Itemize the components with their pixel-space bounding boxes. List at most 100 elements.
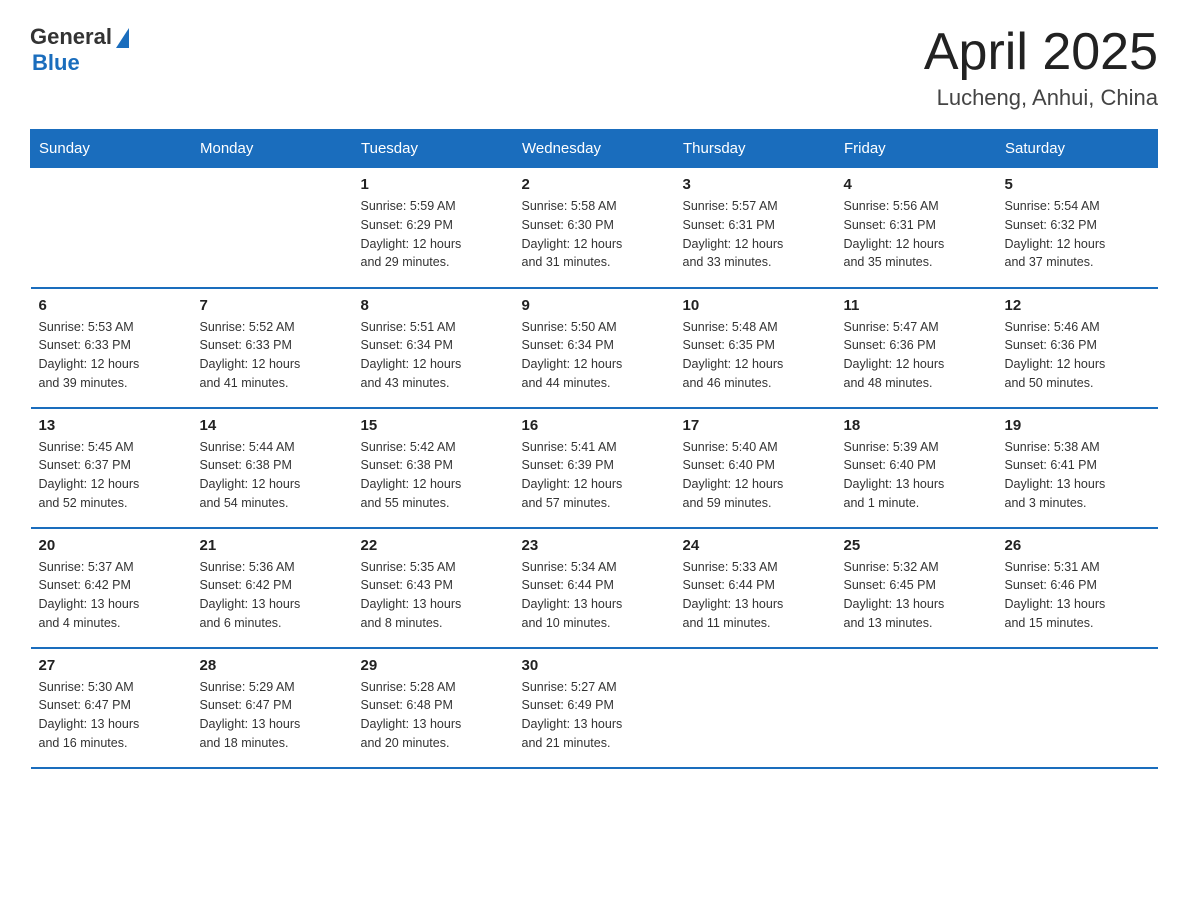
day-info: Sunrise: 5:44 AM Sunset: 6:38 PM Dayligh… (200, 438, 345, 513)
day-info: Sunrise: 5:42 AM Sunset: 6:38 PM Dayligh… (361, 438, 506, 513)
day-number: 5 (1005, 176, 1150, 193)
calendar-cell: 13Sunrise: 5:45 AM Sunset: 6:37 PM Dayli… (31, 408, 192, 528)
logo-general: General (30, 24, 112, 50)
day-info: Sunrise: 5:38 AM Sunset: 6:41 PM Dayligh… (1005, 438, 1150, 513)
day-info: Sunrise: 5:32 AM Sunset: 6:45 PM Dayligh… (844, 558, 989, 633)
calendar-week-row: 1 Sunrise: 5:59 AM Sunset: 6:29 PM Daylig… (31, 168, 1158, 288)
calendar-cell: 15 Sunrise: 5:42 AM Sunset: 6:38 PM Dayli… (353, 408, 514, 528)
day-info: Sunrise: 5:34 AM Sunset: 6:44 PM Dayligh… (522, 558, 667, 633)
calendar-cell: 24 Sunrise: 5:33 AM Sunset: 6:44 PM Dayli… (675, 528, 836, 648)
calendar-cell: 28 Sunrise: 5:29 AM Sunset: 6:47 PM Dayli… (192, 648, 353, 768)
day-number: 2 (522, 176, 667, 193)
location-title: Lucheng, Anhui, China (924, 85, 1158, 111)
calendar-week-row: 13Sunrise: 5:45 AM Sunset: 6:37 PM Dayli… (31, 408, 1158, 528)
day-number: 10 (683, 297, 828, 314)
day-info: Sunrise: 5:31 AM Sunset: 6:46 PM Dayligh… (1005, 558, 1150, 633)
day-info: Sunrise: 5:58 AM Sunset: 6:30 PM Dayligh… (522, 197, 667, 272)
month-title: April 2025 (924, 24, 1158, 81)
calendar-cell: 26 Sunrise: 5:31 AM Sunset: 6:46 PM Dayli… (997, 528, 1158, 648)
weekday-header-wednesday: Wednesday (514, 130, 675, 168)
calendar-cell: 25 Sunrise: 5:32 AM Sunset: 6:45 PM Dayli… (836, 528, 997, 648)
day-info: Sunrise: 5:50 AM Sunset: 6:34 PM Dayligh… (522, 318, 667, 393)
day-number: 15 (361, 417, 506, 434)
calendar-cell: 7 Sunrise: 5:52 AM Sunset: 6:33 PM Daylig… (192, 288, 353, 408)
day-number: 8 (361, 297, 506, 314)
calendar-week-row: 27 Sunrise: 5:30 AM Sunset: 6:47 PM Dayli… (31, 648, 1158, 768)
logo-triangle-icon (116, 28, 129, 48)
day-number: 6 (39, 297, 184, 314)
calendar-cell: 20 Sunrise: 5:37 AM Sunset: 6:42 PM Dayli… (31, 528, 192, 648)
day-info: Sunrise: 5:51 AM Sunset: 6:34 PM Dayligh… (361, 318, 506, 393)
calendar-cell: 18 Sunrise: 5:39 AM Sunset: 6:40 PM Dayli… (836, 408, 997, 528)
day-number: 16 (522, 417, 667, 434)
day-info: Sunrise: 5:29 AM Sunset: 6:47 PM Dayligh… (200, 678, 345, 753)
day-info: Sunrise: 5:27 AM Sunset: 6:49 PM Dayligh… (522, 678, 667, 753)
day-number: 7 (200, 297, 345, 314)
day-number: 17 (683, 417, 828, 434)
title-section: April 2025 Lucheng, Anhui, China (924, 24, 1158, 111)
page-header: General Blue April 2025 Lucheng, Anhui, … (30, 24, 1158, 111)
day-number: 29 (361, 657, 506, 674)
calendar-cell: 19Sunrise: 5:38 AM Sunset: 6:41 PM Dayli… (997, 408, 1158, 528)
day-info: Sunrise: 5:57 AM Sunset: 6:31 PM Dayligh… (683, 197, 828, 272)
day-number: 18 (844, 417, 989, 434)
day-info: Sunrise: 5:30 AM Sunset: 6:47 PM Dayligh… (39, 678, 184, 753)
calendar-cell: 30Sunrise: 5:27 AM Sunset: 6:49 PM Dayli… (514, 648, 675, 768)
day-number: 24 (683, 537, 828, 554)
calendar-cell: 11 Sunrise: 5:47 AM Sunset: 6:36 PM Dayli… (836, 288, 997, 408)
day-info: Sunrise: 5:37 AM Sunset: 6:42 PM Dayligh… (39, 558, 184, 633)
day-info: Sunrise: 5:46 AM Sunset: 6:36 PM Dayligh… (1005, 318, 1150, 393)
calendar-cell (192, 168, 353, 288)
day-number: 25 (844, 537, 989, 554)
weekday-header-tuesday: Tuesday (353, 130, 514, 168)
weekday-header-sunday: Sunday (31, 130, 192, 168)
day-number: 11 (844, 297, 989, 314)
day-number: 20 (39, 537, 184, 554)
calendar-week-row: 20 Sunrise: 5:37 AM Sunset: 6:42 PM Dayli… (31, 528, 1158, 648)
calendar-cell: 27 Sunrise: 5:30 AM Sunset: 6:47 PM Dayli… (31, 648, 192, 768)
calendar-cell: 17Sunrise: 5:40 AM Sunset: 6:40 PM Dayli… (675, 408, 836, 528)
day-info: Sunrise: 5:56 AM Sunset: 6:31 PM Dayligh… (844, 197, 989, 272)
calendar-cell (675, 648, 836, 768)
day-info: Sunrise: 5:47 AM Sunset: 6:36 PM Dayligh… (844, 318, 989, 393)
calendar-cell: 12 Sunrise: 5:46 AM Sunset: 6:36 PM Dayli… (997, 288, 1158, 408)
day-info: Sunrise: 5:39 AM Sunset: 6:40 PM Dayligh… (844, 438, 989, 513)
day-number: 1 (361, 176, 506, 193)
calendar-cell: 5Sunrise: 5:54 AM Sunset: 6:32 PM Daylig… (997, 168, 1158, 288)
day-number: 28 (200, 657, 345, 674)
calendar-cell: 21 Sunrise: 5:36 AM Sunset: 6:42 PM Dayli… (192, 528, 353, 648)
calendar-cell: 1 Sunrise: 5:59 AM Sunset: 6:29 PM Daylig… (353, 168, 514, 288)
calendar-table: SundayMondayTuesdayWednesdayThursdayFrid… (30, 129, 1158, 769)
weekday-header-thursday: Thursday (675, 130, 836, 168)
calendar-cell: 3 Sunrise: 5:57 AM Sunset: 6:31 PM Daylig… (675, 168, 836, 288)
calendar-cell: 2 Sunrise: 5:58 AM Sunset: 6:30 PM Daylig… (514, 168, 675, 288)
calendar-cell: 6 Sunrise: 5:53 AM Sunset: 6:33 PM Daylig… (31, 288, 192, 408)
day-number: 21 (200, 537, 345, 554)
day-info: Sunrise: 5:52 AM Sunset: 6:33 PM Dayligh… (200, 318, 345, 393)
day-number: 27 (39, 657, 184, 674)
day-info: Sunrise: 5:41 AM Sunset: 6:39 PM Dayligh… (522, 438, 667, 513)
calendar-cell (31, 168, 192, 288)
day-info: Sunrise: 5:33 AM Sunset: 6:44 PM Dayligh… (683, 558, 828, 633)
weekday-header-row: SundayMondayTuesdayWednesdayThursdayFrid… (31, 130, 1158, 168)
day-number: 26 (1005, 537, 1150, 554)
day-number: 14 (200, 417, 345, 434)
day-info: Sunrise: 5:35 AM Sunset: 6:43 PM Dayligh… (361, 558, 506, 633)
day-info: Sunrise: 5:28 AM Sunset: 6:48 PM Dayligh… (361, 678, 506, 753)
day-info: Sunrise: 5:59 AM Sunset: 6:29 PM Dayligh… (361, 197, 506, 272)
day-info: Sunrise: 5:36 AM Sunset: 6:42 PM Dayligh… (200, 558, 345, 633)
calendar-cell: 29 Sunrise: 5:28 AM Sunset: 6:48 PM Dayli… (353, 648, 514, 768)
day-info: Sunrise: 5:53 AM Sunset: 6:33 PM Dayligh… (39, 318, 184, 393)
day-number: 4 (844, 176, 989, 193)
day-number: 13 (39, 417, 184, 434)
weekday-header-saturday: Saturday (997, 130, 1158, 168)
day-number: 12 (1005, 297, 1150, 314)
calendar-cell: 16 Sunrise: 5:41 AM Sunset: 6:39 PM Dayli… (514, 408, 675, 528)
day-number: 23 (522, 537, 667, 554)
calendar-cell: 14 Sunrise: 5:44 AM Sunset: 6:38 PM Dayli… (192, 408, 353, 528)
calendar-cell: 9Sunrise: 5:50 AM Sunset: 6:34 PM Daylig… (514, 288, 675, 408)
day-number: 3 (683, 176, 828, 193)
day-number: 22 (361, 537, 506, 554)
calendar-cell (836, 648, 997, 768)
weekday-header-friday: Friday (836, 130, 997, 168)
